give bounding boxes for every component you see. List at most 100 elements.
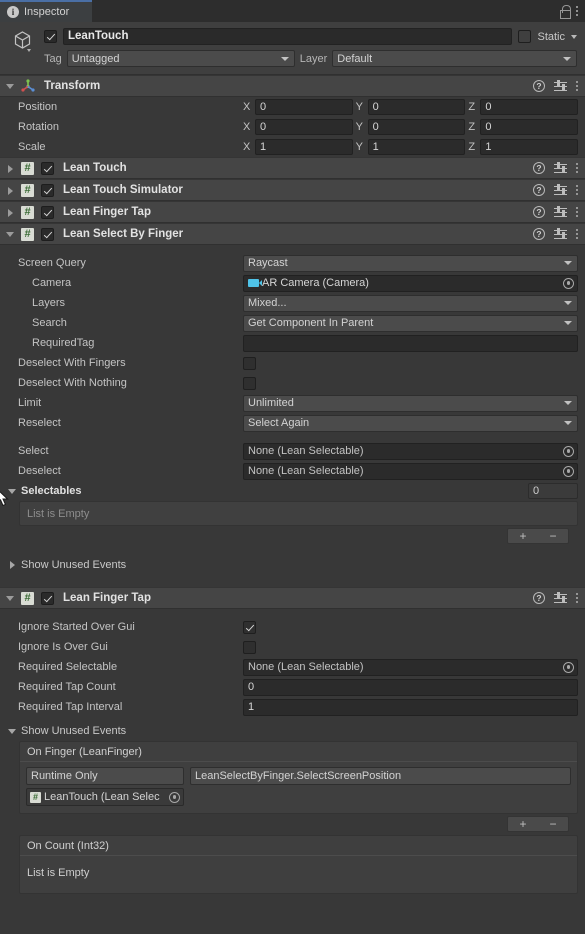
remove-button[interactable]: − [538, 817, 568, 831]
layers-dropdown[interactable]: Mixed... [243, 294, 578, 312]
preset-settings-icon[interactable] [554, 228, 567, 240]
component-enabled-checkbox[interactable] [41, 183, 54, 197]
gameobject-name-input[interactable]: LeanTouch [63, 28, 513, 45]
selectables-foldout[interactable]: Selectables 0 [0, 481, 585, 501]
lock-icon[interactable] [559, 5, 571, 19]
tag-dropdown[interactable]: Untagged [66, 50, 295, 67]
show-unused-events-foldout-tap[interactable]: Show Unused Events [0, 721, 585, 741]
component-header-lean-touch-simulator[interactable]: # Lean Touch Simulator ? [0, 179, 585, 201]
kebab-menu-icon[interactable] [576, 229, 578, 239]
on-finger-callmode-dropdown[interactable]: Runtime Only [26, 767, 184, 785]
component-header-icons: ? [533, 162, 578, 174]
reselect-dropdown[interactable]: Select Again [243, 414, 578, 432]
component-enabled-checkbox[interactable] [41, 161, 54, 175]
static-checkbox[interactable] [518, 30, 532, 43]
kebab-menu-icon[interactable] [576, 207, 578, 217]
ignore-is-over-gui-checkbox[interactable] [243, 640, 256, 654]
object-picker-icon[interactable] [563, 445, 574, 457]
chevron-down-icon [564, 321, 572, 325]
deselect-with-fingers-label: Deselect With Fingers [18, 357, 126, 369]
rotation-vector: X 0 Y 0 Z 0 [243, 119, 579, 135]
deselect-with-fingers-checkbox[interactable] [243, 356, 256, 370]
required-tap-interval-input[interactable]: 1 [243, 698, 578, 716]
deselect-with-nothing-label: Deselect With Nothing [18, 377, 127, 389]
component-enabled-checkbox[interactable] [41, 227, 54, 241]
object-picker-icon[interactable] [563, 465, 574, 477]
deselect-with-nothing-checkbox[interactable] [243, 376, 256, 390]
component-title: Lean Finger Tap [63, 206, 151, 218]
required-selectable-object-field[interactable]: None (Lean Selectable) [243, 658, 578, 676]
scale-x-input[interactable]: 1 [255, 139, 353, 155]
component-enabled-checkbox[interactable] [41, 591, 54, 605]
component-header-lean-select-by-finger[interactable]: # Lean Select By Finger ? [0, 223, 585, 245]
transform-foldout-arrow[interactable] [6, 81, 16, 91]
rotation-y-input[interactable]: 0 [367, 119, 466, 135]
gameobject-enabled-checkbox[interactable] [44, 30, 57, 43]
selectables-size-input[interactable]: 0 [528, 483, 578, 499]
foldout-arrow[interactable] [6, 163, 16, 173]
position-z-input[interactable]: 0 [480, 99, 579, 115]
foldout-arrow[interactable] [8, 561, 17, 570]
screen-query-value: Raycast [248, 257, 288, 269]
component-header-lean-finger-tap-collapsed[interactable]: # Lean Finger Tap ? [0, 201, 585, 223]
object-picker-icon[interactable] [169, 791, 180, 803]
help-icon[interactable]: ? [533, 80, 545, 92]
help-icon[interactable]: ? [533, 228, 545, 240]
gameobject-icon-wrap[interactable] [8, 28, 38, 67]
preset-settings-icon[interactable] [554, 162, 567, 174]
tab-inspector[interactable]: i Inspector [0, 0, 92, 22]
required-tag-input[interactable] [243, 334, 578, 352]
preset-settings-icon[interactable] [554, 184, 567, 196]
rotation-x-input[interactable]: 0 [255, 119, 353, 135]
gameobject-tag-layer-row: Tag Untagged Layer Default [44, 50, 577, 67]
static-chevron-down-icon[interactable] [571, 34, 577, 39]
help-icon[interactable]: ? [533, 184, 545, 196]
search-dropdown[interactable]: Get Component In Parent [243, 314, 578, 332]
show-unused-events-foldout-select[interactable]: Show Unused Events [0, 555, 585, 575]
foldout-arrow[interactable] [6, 185, 16, 195]
preset-settings-icon[interactable] [554, 206, 567, 218]
script-icon: # [21, 205, 34, 219]
camera-object-field[interactable]: AR Camera (Camera) [243, 274, 578, 292]
kebab-menu-icon[interactable] [576, 593, 578, 603]
ignore-started-over-gui-checkbox[interactable] [243, 620, 256, 634]
scale-y-input[interactable]: 1 [367, 139, 466, 155]
foldout-arrow[interactable] [6, 207, 16, 217]
preset-settings-icon[interactable] [554, 80, 567, 92]
rotation-z-input[interactable]: 0 [480, 119, 579, 135]
foldout-arrow[interactable] [6, 229, 16, 239]
help-icon[interactable]: ? [533, 206, 545, 218]
component-enabled-checkbox[interactable] [41, 205, 54, 219]
foldout-arrow[interactable] [8, 727, 17, 736]
help-icon[interactable]: ? [533, 162, 545, 174]
cube-icon [13, 30, 33, 52]
object-picker-icon[interactable] [563, 661, 574, 673]
preset-settings-icon[interactable] [554, 592, 567, 604]
on-finger-target-object-field[interactable]: # LeanTouch (Lean Selec [26, 788, 184, 806]
kebab-menu-icon[interactable] [576, 163, 578, 173]
required-tap-count-input[interactable]: 0 [243, 678, 578, 696]
kebab-menu-icon[interactable] [576, 6, 578, 16]
deselect-object-field[interactable]: None (Lean Selectable) [243, 462, 578, 480]
foldout-arrow[interactable] [8, 487, 17, 496]
position-x-input[interactable]: 0 [255, 99, 353, 115]
select-object-field[interactable]: None (Lean Selectable) [243, 442, 578, 460]
limit-dropdown[interactable]: Unlimited [243, 394, 578, 412]
object-picker-icon[interactable] [563, 277, 574, 289]
position-y-input[interactable]: 0 [367, 99, 466, 115]
scale-z-input[interactable]: 1 [480, 139, 579, 155]
remove-button[interactable]: − [538, 529, 568, 543]
component-header-transform[interactable]: Transform ? [0, 75, 585, 97]
component-header-lean-finger-tap[interactable]: # Lean Finger Tap ? [0, 587, 585, 609]
kebab-menu-icon[interactable] [576, 81, 578, 91]
kebab-menu-icon[interactable] [576, 185, 578, 195]
foldout-arrow[interactable] [6, 593, 16, 603]
layer-dropdown[interactable]: Default [332, 50, 577, 67]
add-button[interactable]: + [508, 529, 538, 543]
required-tap-count-label: Required Tap Count [18, 681, 116, 693]
help-icon[interactable]: ? [533, 592, 545, 604]
component-header-lean-touch[interactable]: # Lean Touch ? [0, 157, 585, 179]
add-button[interactable]: + [508, 817, 538, 831]
on-finger-function-dropdown[interactable]: LeanSelectByFinger.SelectScreenPosition [190, 767, 571, 785]
screen-query-dropdown[interactable]: Raycast [243, 254, 578, 272]
